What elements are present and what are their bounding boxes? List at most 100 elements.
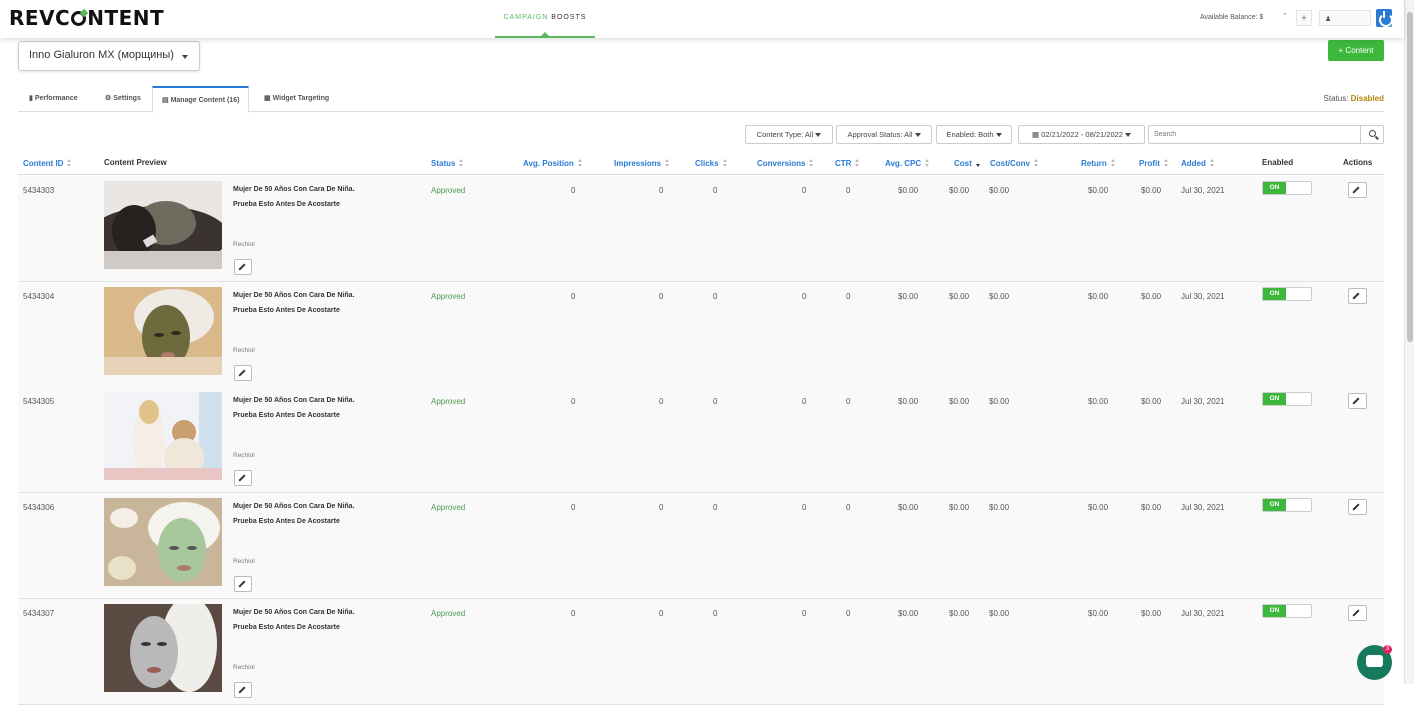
cost: $0.00 (949, 609, 970, 618)
tab-settings[interactable]: ⚙ Settings (96, 86, 150, 112)
pencil-icon (1352, 292, 1360, 300)
col-status[interactable]: Status (431, 158, 464, 168)
sort-icon (1110, 159, 1116, 167)
content-thumbnail[interactable] (104, 498, 222, 586)
power-icon[interactable] (1376, 9, 1393, 27)
cost-conv: $0.00 (989, 292, 1010, 301)
edit-content-button[interactable] (234, 576, 252, 592)
row-edit-button[interactable] (1348, 182, 1367, 198)
col-avg-position[interactable]: Avg. Position (523, 158, 583, 168)
enabled-toggle[interactable]: ON (1262, 604, 1312, 618)
add-content-button[interactable]: + Content (1328, 40, 1384, 61)
edit-content-button[interactable] (234, 259, 252, 275)
table-row: 5434307 Mujer De 50 Años Con Cara De Niñ… (18, 599, 1384, 705)
row-edit-button[interactable] (1348, 499, 1367, 515)
col-profit[interactable]: Profit (1139, 158, 1169, 168)
enabled-toggle[interactable]: ON (1262, 498, 1312, 512)
sort-desc-icon (975, 159, 981, 167)
content-brand: Rechiol (233, 664, 255, 671)
campaign-tabs: ▮ Performance ⚙ Settings ▤ Manage Conten… (18, 86, 1384, 113)
col-conversions[interactable]: Conversions (757, 158, 814, 168)
content-headline: Mujer De 50 Años Con Cara De Niña. Prueb… (233, 397, 355, 419)
content-thumbnail[interactable] (104, 181, 222, 269)
col-impressions[interactable]: Impressions (614, 158, 670, 168)
col-cost[interactable]: Cost (954, 158, 981, 168)
user-menu[interactable]: ♟ (1319, 10, 1371, 26)
content-thumbnail[interactable] (104, 392, 222, 480)
return: $0.00 (1088, 186, 1109, 195)
content-headline: Mujer De 50 Años Con Cara De Niña. Prueb… (233, 292, 355, 314)
edit-content-button[interactable] (234, 470, 252, 486)
chat-launcher[interactable]: 3 (1357, 645, 1392, 680)
chevron-down-icon (1124, 133, 1131, 138)
content-headline: Mujer De 50 Años Con Cara De Niña. Prueb… (233, 609, 355, 631)
sort-icon (1034, 159, 1039, 167)
search-input[interactable] (1148, 125, 1361, 144)
sort-icon (1163, 159, 1169, 167)
calendar-icon: ▦ (1032, 130, 1040, 139)
edit-content-button[interactable] (234, 682, 252, 698)
search-button[interactable] (1360, 125, 1384, 144)
avg-cpc: $0.00 (898, 397, 919, 406)
avg-cpc: $0.00 (898, 292, 919, 301)
content-status: Approved (431, 186, 466, 195)
tab-manage-content[interactable]: ▤ Manage Content (16) (152, 86, 250, 113)
pencil-icon (238, 686, 246, 694)
row-edit-button[interactable] (1348, 288, 1367, 304)
edit-content-button[interactable] (234, 365, 252, 381)
revcontent-logo[interactable]: REVC NTENT (9, 6, 164, 30)
sort-icon (459, 159, 464, 167)
status-badge: Disabled (1350, 94, 1384, 103)
row-edit-button[interactable] (1348, 393, 1367, 409)
ctr: 0 (846, 503, 851, 512)
chevron-down-icon (182, 55, 188, 59)
enabled-toggle[interactable]: ON (1262, 287, 1312, 301)
enabled-filter[interactable]: Enabled: Both (936, 125, 1012, 144)
impressions: 0 (659, 397, 664, 406)
added-date: Jul 30, 2021 (1181, 503, 1225, 512)
content-thumbnail[interactable] (104, 604, 222, 692)
col-return[interactable]: Return (1081, 158, 1116, 168)
col-added[interactable]: Added (1181, 158, 1215, 168)
enabled-toggle[interactable]: ON (1262, 392, 1312, 406)
balance-dropdown[interactable]: ˇ (1278, 10, 1292, 26)
col-ctr[interactable]: CTR (835, 158, 860, 168)
date-range-picker[interactable]: ▦ 02/21/2022 - 08/21/2022 (1018, 125, 1145, 144)
col-content-id[interactable]: Content ID (23, 158, 72, 168)
sort-icon (577, 159, 583, 167)
row-edit-button[interactable] (1348, 605, 1367, 621)
sort-icon (809, 159, 814, 167)
table-row: 5434306 Mujer De 50 Años Con Cara De Niñ… (18, 493, 1384, 599)
col-clicks[interactable]: Clicks (695, 158, 728, 168)
tab-widget-targeting[interactable]: ▦ Widget Targeting (255, 86, 338, 112)
avg-position: 0 (571, 503, 576, 512)
page-scrollbar[interactable] (1404, 0, 1414, 684)
pencil-icon (238, 263, 246, 271)
enabled-toggle[interactable]: ON (1262, 181, 1312, 195)
added-date: Jul 30, 2021 (1181, 292, 1225, 301)
cost-conv: $0.00 (989, 609, 1010, 618)
scrollbar-thumb[interactable] (1407, 12, 1413, 342)
add-funds-button[interactable]: + (1296, 10, 1312, 26)
pencil-icon (238, 474, 246, 482)
content-id: 5434306 (23, 503, 55, 512)
file-icon: ▤ (162, 97, 169, 104)
content-type-filter[interactable]: Content Type: All (745, 125, 833, 144)
profit: $0.00 (1141, 397, 1162, 406)
profit: $0.00 (1141, 186, 1162, 195)
campaign-selector[interactable]: Inno Gialuron MX (морщины) (18, 41, 200, 71)
content-brand: Rechiol (233, 558, 255, 565)
col-cost-conv[interactable]: Cost/Conv (990, 158, 1039, 168)
table-row: 5434303 Mujer De 50 Años Con Cara De Niñ… (18, 176, 1384, 282)
table-header: Content ID Content Preview Status Avg. P… (18, 155, 1384, 175)
content-id: 5434303 (23, 186, 55, 195)
ctr: 0 (846, 186, 851, 195)
content-status: Approved (431, 397, 466, 406)
col-avg-cpc[interactable]: Avg. CPC (885, 158, 930, 168)
cost: $0.00 (949, 186, 970, 195)
approval-status-filter[interactable]: Approval Status: All (836, 125, 932, 144)
tab-performance[interactable]: ▮ Performance (20, 86, 87, 112)
content-thumbnail[interactable] (104, 287, 222, 375)
content-headline: Mujer De 50 Años Con Cara De Niña. Prueb… (233, 186, 355, 208)
nav-campaign-boosts[interactable]: CAMPAIGN BOOSTS (495, 0, 595, 38)
